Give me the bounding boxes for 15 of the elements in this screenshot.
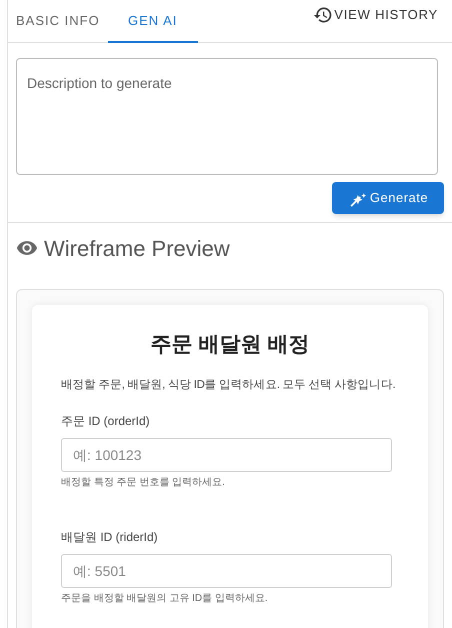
history-icon: [313, 5, 334, 25]
helper-text: 주문을 배정할 배달원의 고유 ID를 입력하세요.: [61, 592, 269, 606]
text-field[interactable]: 예: 100123: [61, 438, 392, 472]
field-label: 주문 ID (orderId): [61, 412, 151, 430]
form-description: 배정할 주문, 배달원, 식당 ID를 입력하세요. 모두 선택 사항입니다.: [61, 378, 396, 392]
tab[interactable]: GEN AI: [108, 0, 198, 43]
generate-button[interactable]: Generate: [332, 182, 444, 214]
preview-title: Wireframe Preview: [44, 234, 230, 262]
view-history-button[interactable]: VIEW HISTORY: [311, 5, 440, 25]
text-field[interactable]: 예: 5501: [61, 554, 392, 588]
form-title: 주문 배달원 배정: [150, 332, 310, 358]
field-label: 배달원 ID (riderId): [61, 528, 159, 546]
helper-text: 배정할 특정 주문 번호를 입력하세요.: [61, 476, 226, 490]
description-field[interactable]: Description to generate: [16, 58, 438, 175]
tab[interactable]: BASIC INFO: [8, 0, 108, 43]
